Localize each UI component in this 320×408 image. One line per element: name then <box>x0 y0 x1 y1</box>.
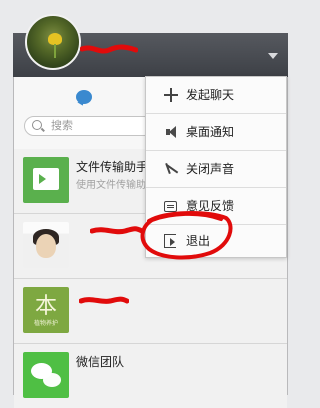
chat-bubble-icon <box>43 373 61 387</box>
plant-avatar-text: 植物养护 <box>33 320 58 327</box>
plus-icon <box>164 88 178 102</box>
face-shape <box>36 234 56 258</box>
chat-tab-icon[interactable] <box>76 90 92 104</box>
menu-label-start-chat: 发起聊天 <box>186 88 235 102</box>
file-transfer-icon <box>23 157 69 203</box>
search-box[interactable]: 搜索 <box>24 116 154 136</box>
redacted-contact-scribble <box>90 226 144 235</box>
logout-highlight-circle <box>140 211 233 260</box>
dropdown-arrow-icon[interactable] <box>268 53 278 59</box>
chat-row-plant[interactable]: 本 植物养护 <box>14 279 287 344</box>
search-icon <box>32 120 42 130</box>
menu-desktop-notify[interactable]: 桌面通知 <box>146 114 286 150</box>
stem-icon <box>54 44 56 58</box>
redacted-contact-scribble <box>79 296 129 304</box>
chat-row-wechat-team[interactable]: 微信团队 <box>14 344 287 408</box>
wechat-team-avatar <box>23 352 69 398</box>
chat-title: 文件传输助手 <box>76 160 149 174</box>
search-placeholder: 搜索 <box>51 119 73 132</box>
speaker-icon <box>164 125 178 139</box>
menu-start-chat[interactable]: 发起聊天 <box>146 77 286 113</box>
chat-title: 微信团队 <box>76 355 125 369</box>
menu-label-desktop-notify: 桌面通知 <box>186 125 235 139</box>
menu-mute-sound[interactable]: 关闭声音 <box>146 151 286 187</box>
redacted-name-scribble <box>80 44 138 54</box>
menu-label-mute-sound: 关闭声音 <box>186 162 235 176</box>
profile-avatar[interactable] <box>25 14 81 70</box>
plant-avatar-char: 本 <box>34 294 57 319</box>
contact-avatar <box>23 222 69 268</box>
plant-avatar: 本 植物养护 <box>23 287 69 333</box>
chat-subtitle: 使用文件传输助 <box>76 180 146 191</box>
mute-icon <box>164 162 178 176</box>
